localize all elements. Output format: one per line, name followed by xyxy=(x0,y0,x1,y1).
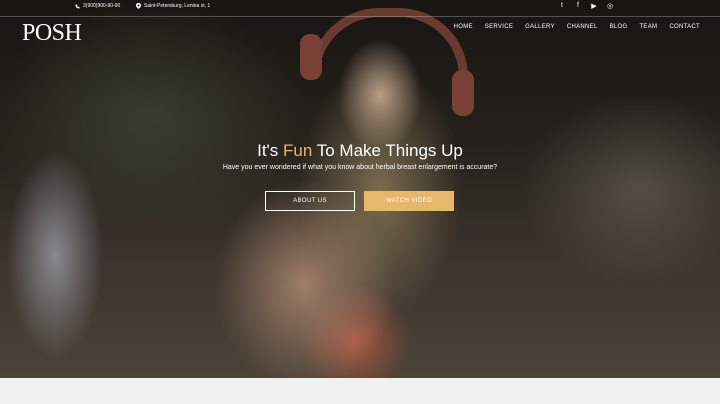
page-footer-strip xyxy=(0,378,720,404)
phone-icon xyxy=(75,4,80,8)
nav-item-team[interactable]: TEAM xyxy=(639,24,657,30)
address-text: Saint-Petersburg, Lenina st, 1 xyxy=(144,3,211,9)
instagram-icon[interactable]: ◎ xyxy=(606,2,614,10)
watch-video-button[interactable]: WATCH VIDEO xyxy=(364,191,454,211)
nav-item-contact[interactable]: CONTACT xyxy=(669,24,700,30)
hero-background-image xyxy=(0,0,720,378)
site-logo[interactable]: POSH xyxy=(22,20,82,47)
social-links: t f ▶ ◎ xyxy=(558,2,614,10)
headline-accent: Fun xyxy=(283,141,313,160)
headphone-cup-left xyxy=(300,34,322,80)
nav-item-blog[interactable]: BLOG xyxy=(610,24,628,30)
nav-item-channel[interactable]: CHANNEL xyxy=(567,24,598,30)
hero-subtitle: Have you ever wondered if what you know … xyxy=(222,164,498,171)
headline-post: To Make Things Up xyxy=(312,141,463,160)
twitter-icon[interactable]: t xyxy=(558,2,566,10)
nav-item-service[interactable]: SERVICE xyxy=(485,24,513,30)
nav-item-gallery[interactable]: GALLERY xyxy=(525,24,555,30)
phone-number[interactable]: 3(900)900-90-90 xyxy=(83,3,120,9)
location-pin-icon xyxy=(136,3,141,9)
facebook-icon[interactable]: f xyxy=(574,2,582,10)
headphones-graphic xyxy=(310,8,468,77)
nav-item-home[interactable]: HOME xyxy=(454,24,473,30)
phone-info: 3(900)900-90-90 xyxy=(75,3,120,9)
headline-pre: It's xyxy=(257,141,284,160)
hero-headline: It's Fun To Make Things Up xyxy=(0,141,720,161)
address-info: Saint-Petersburg, Lenina st, 1 xyxy=(136,3,210,9)
youtube-icon[interactable]: ▶ xyxy=(590,2,598,10)
main-navigation: HOME SERVICE GALLERY CHANNEL BLOG TEAM C… xyxy=(454,24,700,30)
about-us-button[interactable]: ABOUT US xyxy=(265,191,355,211)
top-info-bar: 3(900)900-90-90 Saint-Petersburg, Lenina… xyxy=(0,0,720,17)
headphone-cup-right xyxy=(452,70,474,116)
